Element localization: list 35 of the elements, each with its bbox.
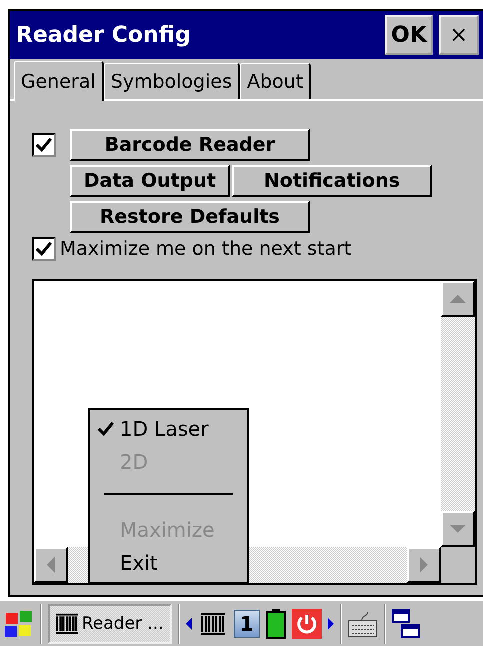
indicator-badge[interactable]: 1: [234, 610, 260, 638]
menu-item[interactable]: 1D Laser: [90, 412, 247, 446]
left-arrow-icon[interactable]: [186, 618, 192, 630]
right-triangle-icon: [420, 557, 428, 573]
checkmark-icon: [98, 422, 114, 436]
scroll-down-button[interactable]: [441, 511, 475, 547]
barcode-icon: [56, 612, 78, 634]
right-arrow-icon[interactable]: [328, 618, 334, 630]
scroll-right-button[interactable]: [407, 547, 441, 583]
windows-logo-icon[interactable]: [4, 608, 34, 638]
up-triangle-icon: [450, 295, 466, 303]
power-icon[interactable]: [292, 608, 322, 638]
notifications-button[interactable]: Notifications: [232, 165, 432, 197]
checkbox[interactable]: [32, 237, 56, 261]
checkbox-label: Maximize me on the next start: [60, 238, 352, 260]
restore-defaults-button[interactable]: Restore Defaults: [70, 201, 310, 233]
window-title: Reader Config: [16, 22, 192, 48]
data-output-button[interactable]: Data Output: [70, 165, 230, 197]
tab[interactable]: About: [240, 63, 312, 99]
ok-button[interactable]: OK: [385, 15, 433, 55]
checkbox[interactable]: [32, 133, 56, 157]
tab[interactable]: Symbologies: [104, 63, 240, 99]
tab[interactable]: General: [14, 61, 104, 101]
scrollbar-corner: [441, 547, 475, 583]
left-triangle-icon: [47, 557, 55, 573]
scroll-left-button[interactable]: [34, 547, 68, 583]
taskbar-button[interactable]: Reader ...: [48, 604, 172, 644]
scroll-up-button[interactable]: [441, 281, 475, 317]
checkmark-icon: [36, 242, 52, 256]
barcode-reader-button[interactable]: Barcode Reader: [70, 129, 310, 161]
battery-icon[interactable]: [266, 608, 286, 638]
down-triangle-icon: [450, 525, 466, 533]
checkmark-icon: [36, 138, 52, 152]
windows-icon[interactable]: [392, 608, 420, 638]
close-button[interactable]: ×: [439, 15, 479, 55]
